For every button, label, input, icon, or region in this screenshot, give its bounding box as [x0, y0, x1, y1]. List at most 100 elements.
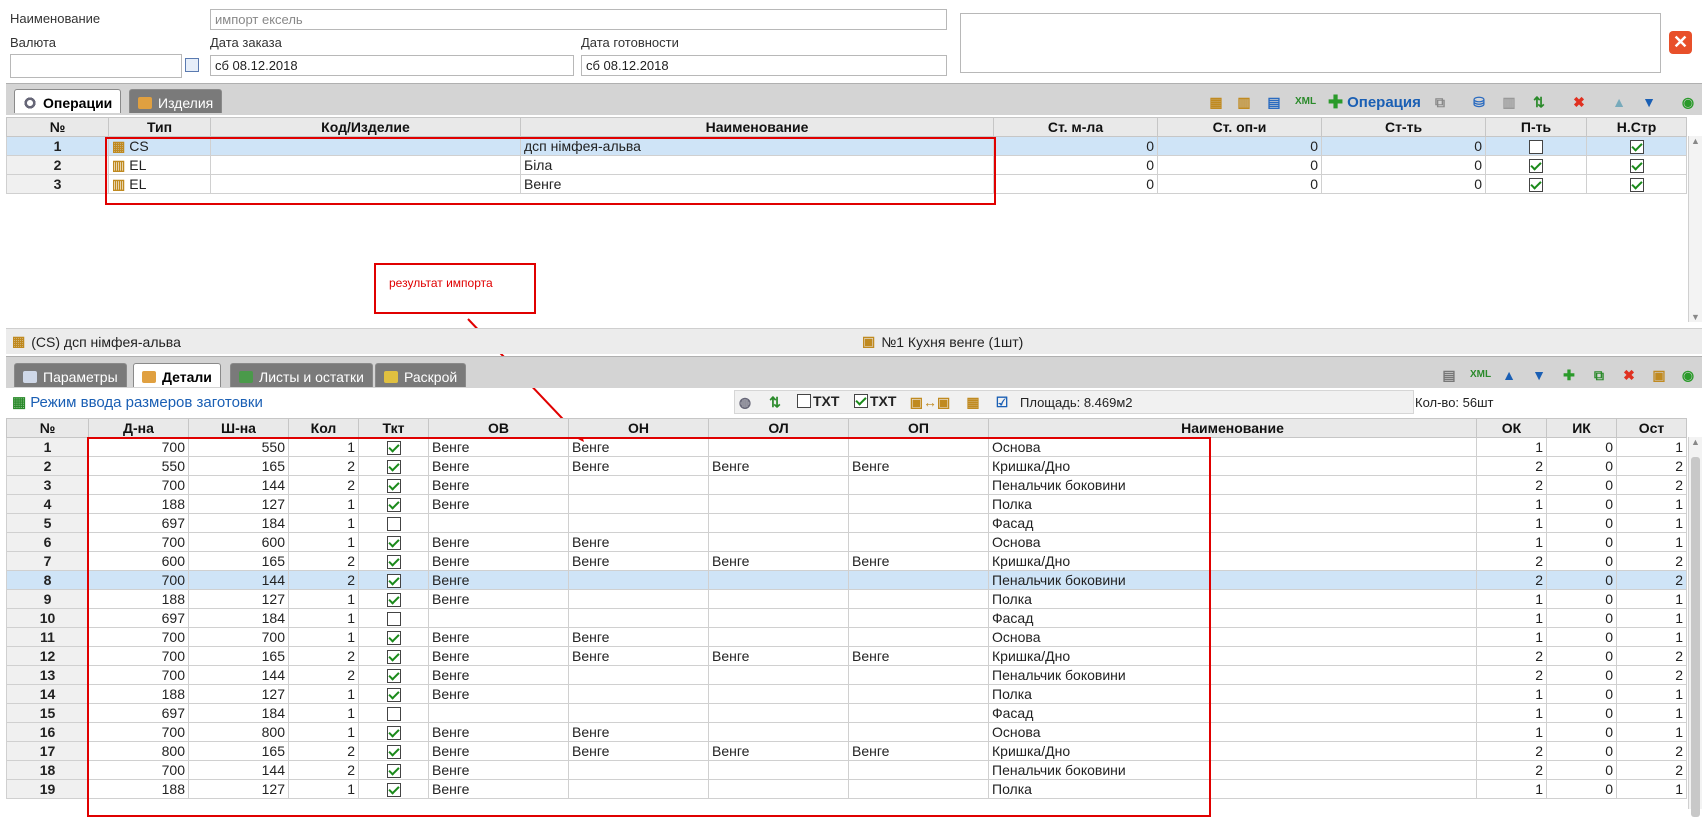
ok-cell[interactable]: 1	[1476, 703, 1547, 723]
op-cost-cell[interactable]: 0	[1157, 155, 1322, 175]
ik-cell[interactable]: 0	[1546, 589, 1617, 609]
col-header-length[interactable]: Д-на	[88, 418, 189, 438]
ok-cell[interactable]: 1	[1476, 684, 1547, 704]
ok-cell[interactable]: 2	[1476, 475, 1547, 495]
refresh-details-icon[interactable]: ◉	[1679, 366, 1697, 384]
database-icon[interactable]: ⛁	[1470, 93, 1488, 111]
sort-icon[interactable]: ⇅	[1530, 93, 1548, 111]
rest-cell[interactable]: 2	[1616, 475, 1687, 495]
col-header-cost[interactable]: Ст-ть	[1321, 117, 1486, 137]
p-cell[interactable]	[1485, 136, 1587, 156]
ik-cell[interactable]: 0	[1546, 513, 1617, 533]
col-header-ok[interactable]: ОК	[1476, 418, 1547, 438]
delete-icon[interactable]: ✖	[1570, 93, 1588, 111]
col-header-ik[interactable]: ИК	[1546, 418, 1617, 438]
tab-sheets[interactable]: Листы и остатки	[230, 363, 373, 387]
mat-cost-cell[interactable]: 0	[993, 174, 1158, 194]
mat-cost-cell[interactable]: 0	[993, 155, 1158, 175]
paste-icon[interactable]: ▣	[1650, 366, 1668, 384]
ok-cell[interactable]: 2	[1476, 551, 1547, 571]
txt1-toggle[interactable]: TXT	[797, 393, 839, 409]
col-header-edge-left[interactable]: ОЛ	[708, 418, 849, 438]
ns-checkbox[interactable]	[1629, 159, 1644, 174]
rest-cell[interactable]: 1	[1616, 722, 1687, 742]
operations-scrollbar[interactable]: ▲ ▼	[1688, 136, 1702, 322]
tab-operations[interactable]: Операции	[14, 89, 122, 113]
ik-cell[interactable]: 0	[1546, 551, 1617, 571]
xml-icon[interactable]: XML	[1295, 93, 1316, 111]
ik-cell[interactable]: 0	[1546, 779, 1617, 799]
ok-cell[interactable]: 1	[1476, 608, 1547, 628]
cutting-sheet-icon[interactable]: ▦	[1207, 93, 1225, 111]
rest-cell[interactable]: 2	[1616, 456, 1687, 476]
ok-cell[interactable]: 2	[1476, 646, 1547, 666]
cost-cell[interactable]: 0	[1321, 174, 1486, 194]
ok-cell[interactable]: 1	[1476, 627, 1547, 647]
notes-textarea[interactable]	[960, 13, 1661, 73]
col-header-width[interactable]: Ш-на	[188, 418, 289, 438]
ok-cell[interactable]: 1	[1476, 779, 1547, 799]
add-operation-button[interactable]: ✚ Операция	[1328, 92, 1421, 113]
ok-cell[interactable]: 1	[1476, 589, 1547, 609]
name-input[interactable]: импорт ексель	[210, 9, 947, 30]
col-header-ns[interactable]: Н.Стр	[1586, 117, 1687, 137]
ik-cell[interactable]: 0	[1546, 608, 1617, 628]
p-checkbox[interactable]	[1529, 178, 1543, 193]
move-up-icon[interactable]: ▲	[1500, 366, 1518, 384]
op-cost-cell[interactable]: 0	[1157, 136, 1322, 156]
ok-cell[interactable]: 2	[1476, 741, 1547, 761]
ik-cell[interactable]: 0	[1546, 456, 1617, 476]
size-mode-link[interactable]: ▦ Режим ввода размеров заготовки	[12, 393, 263, 412]
ik-cell[interactable]: 0	[1546, 475, 1617, 495]
ik-cell[interactable]: 0	[1546, 494, 1617, 514]
col-header-num[interactable]: №	[6, 418, 89, 438]
checklist-icon[interactable]: ☑	[993, 393, 1011, 411]
ik-cell[interactable]: 0	[1546, 646, 1617, 666]
edge-icon[interactable]: ▥	[1235, 93, 1253, 111]
tab-products[interactable]: Изделия	[129, 89, 223, 113]
delete-detail-icon[interactable]: ✖	[1620, 366, 1638, 384]
p-cell[interactable]	[1485, 174, 1587, 194]
move-down-icon[interactable]: ▼	[1530, 366, 1548, 384]
columns-icon[interactable]: ▥	[1500, 93, 1518, 111]
col-header-mat-cost[interactable]: Ст. м-ла	[993, 117, 1158, 137]
txt2-toggle[interactable]: TXT	[854, 393, 896, 409]
ns-cell[interactable]	[1586, 174, 1687, 194]
rest-cell[interactable]: 1	[1616, 494, 1687, 514]
rest-cell[interactable]: 1	[1616, 684, 1687, 704]
col-header-edge-bottom[interactable]: ОН	[568, 418, 709, 438]
ok-cell[interactable]: 2	[1476, 665, 1547, 685]
op-cost-cell[interactable]: 0	[1157, 174, 1322, 194]
p-checkbox[interactable]	[1529, 140, 1543, 155]
p-checkbox[interactable]	[1529, 159, 1543, 174]
duplicate-icon[interactable]: ⧉	[1590, 366, 1608, 384]
scroll-down-icon[interactable]: ▼	[1689, 312, 1702, 322]
rest-cell[interactable]: 1	[1616, 589, 1687, 609]
ik-cell[interactable]: 0	[1546, 741, 1617, 761]
ik-cell[interactable]: 0	[1546, 570, 1617, 590]
col-header-type[interactable]: Тип	[108, 117, 211, 137]
col-header-texture[interactable]: Ткт	[358, 418, 429, 438]
ok-cell[interactable]: 1	[1476, 532, 1547, 552]
add-detail-icon[interactable]: ✚	[1560, 366, 1578, 384]
rest-cell[interactable]: 1	[1616, 513, 1687, 533]
currency-input[interactable]	[10, 54, 182, 78]
col-header-p[interactable]: П-ть	[1485, 117, 1587, 137]
rest-cell[interactable]: 2	[1616, 570, 1687, 590]
scroll-up-icon[interactable]: ▲	[1689, 437, 1702, 447]
ok-cell[interactable]: 1	[1476, 513, 1547, 533]
rest-cell[interactable]: 1	[1616, 608, 1687, 628]
grid-icon[interactable]: ▦	[964, 393, 982, 411]
tab-cutting[interactable]: Раскрой	[375, 363, 467, 387]
p-cell[interactable]	[1485, 155, 1587, 175]
ok-cell[interactable]: 2	[1476, 570, 1547, 590]
ik-cell[interactable]: 0	[1546, 722, 1617, 742]
rest-cell[interactable]: 1	[1616, 437, 1687, 457]
tab-parameters[interactable]: Параметры	[14, 363, 127, 387]
sort-details-icon[interactable]: ⇅	[766, 393, 784, 411]
cost-cell[interactable]: 0	[1321, 136, 1486, 156]
ik-cell[interactable]: 0	[1546, 437, 1617, 457]
scroll-thumb[interactable]	[1691, 457, 1700, 817]
ik-cell[interactable]: 0	[1546, 703, 1617, 723]
ik-cell[interactable]: 0	[1546, 627, 1617, 647]
